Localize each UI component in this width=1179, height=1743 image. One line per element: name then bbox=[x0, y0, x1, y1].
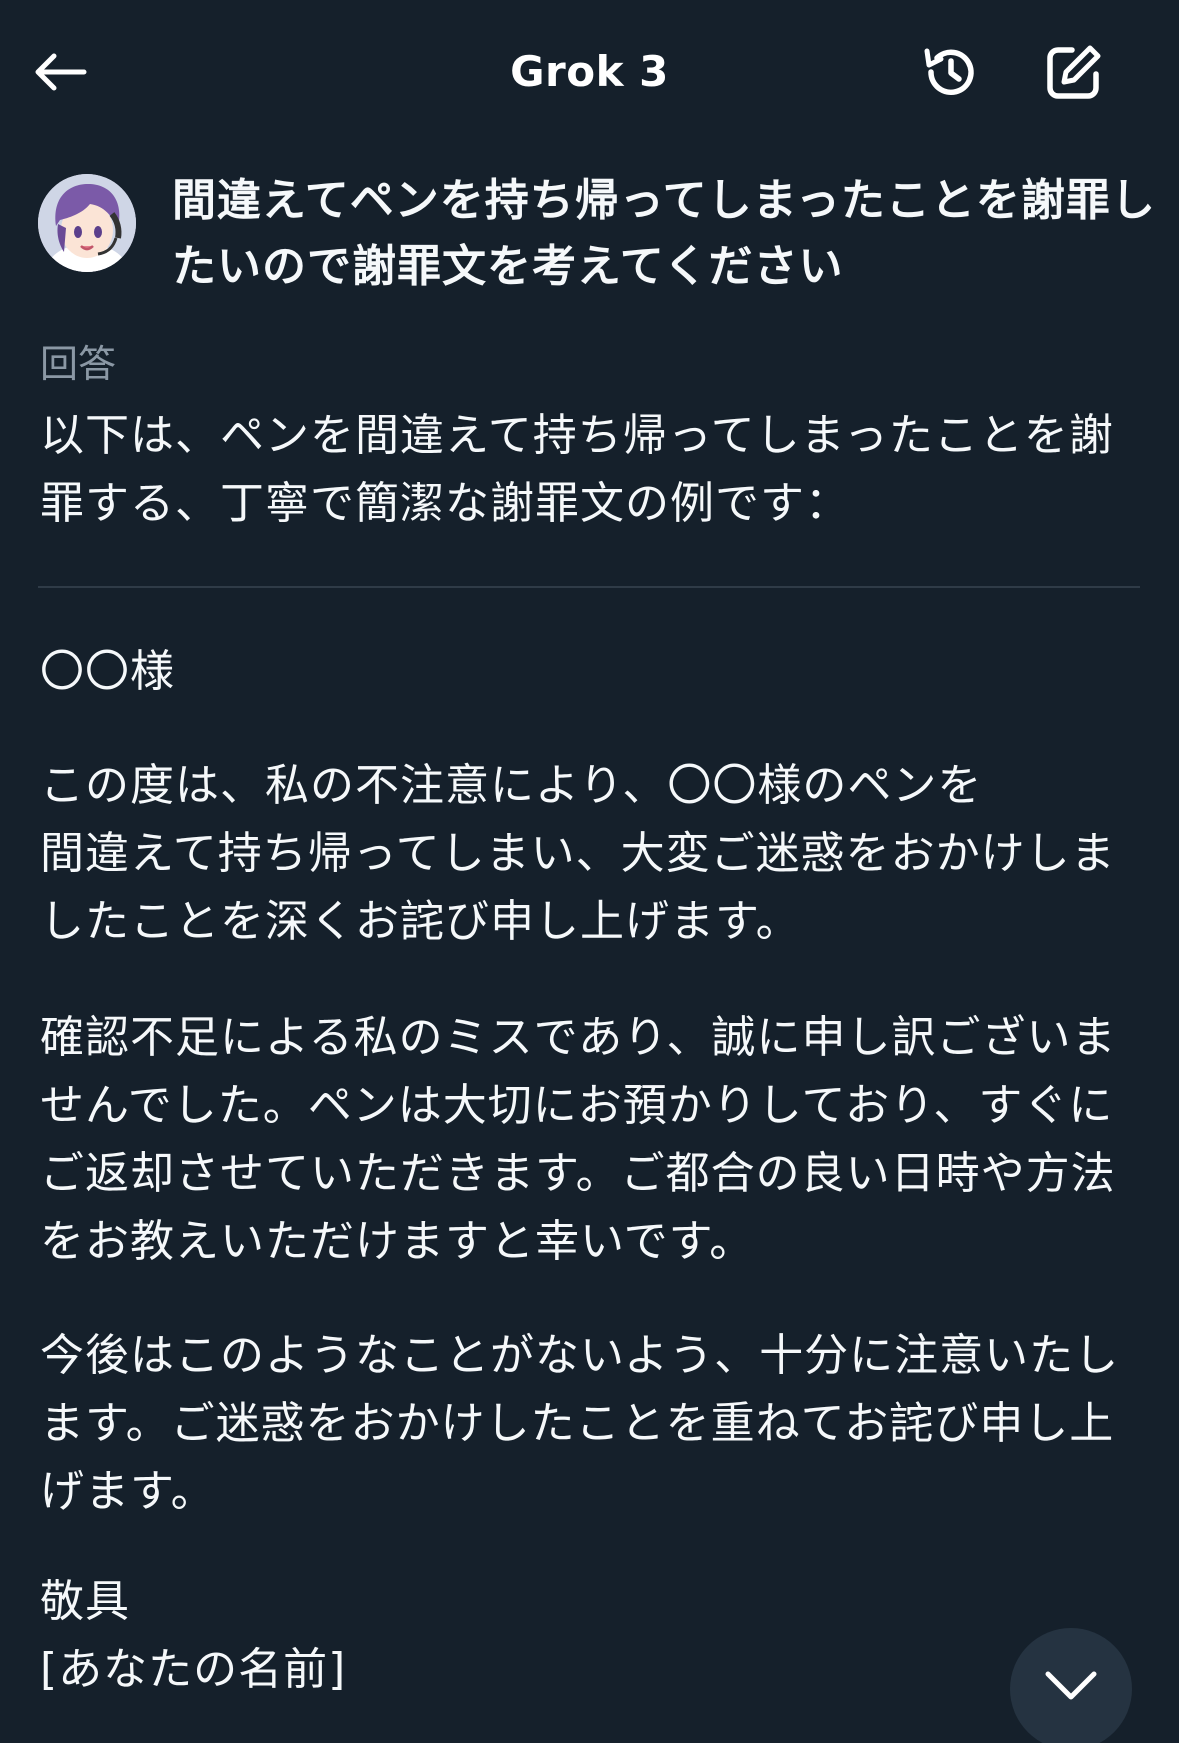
signature-placeholder: [あなたの名前] bbox=[40, 1644, 347, 1695]
page-title: Grok 3 bbox=[510, 47, 669, 96]
letter-salutation: 〇〇様 bbox=[40, 646, 175, 697]
chevron-down-icon bbox=[1045, 1671, 1097, 1700]
letter-paragraph-1-text: この度は、私の不注意により、〇〇様のペンを 間違えて持ち帰ってしまい、大変ご迷惑… bbox=[40, 760, 1116, 947]
letter-paragraph-1: この度は、私の不注意により、〇〇様のペンを 間違えて持ち帰ってしまい、大変ご迷惑… bbox=[40, 752, 1150, 956]
history-icon bbox=[924, 48, 974, 95]
divider bbox=[38, 586, 1140, 588]
avatar[interactable] bbox=[38, 174, 136, 272]
closing-word: 敬具 bbox=[40, 1576, 130, 1627]
compose-button[interactable] bbox=[1040, 38, 1108, 106]
top-bar: Grok 3 bbox=[0, 0, 1179, 140]
compose-icon bbox=[1047, 45, 1101, 99]
scroll-down-button[interactable] bbox=[1010, 1628, 1132, 1743]
letter-paragraph-2: 確認不足による私のミスであり、誠に申し訳ございませんでした。ペンは大切にお預かり… bbox=[40, 1012, 1117, 1267]
user-avatar-icon bbox=[38, 174, 136, 272]
user-prompt-text: 間違えてペンを持ち帰ってしまったことを謝罪したいので謝罪文を考えてください bbox=[172, 175, 1156, 292]
letter-closing: 敬具 [あなたの名前] bbox=[40, 1568, 1150, 1704]
answer-label: 回答 bbox=[40, 342, 117, 386]
history-button[interactable] bbox=[916, 38, 984, 106]
answer-intro: 以下は、ペンを間違えて持ち帰ってしまったことを謝罪する、丁寧で簡潔な謝罪文の例で… bbox=[40, 410, 1114, 529]
letter-paragraph-3: 今後はこのようなことがないよう、十分に注意いたします。ご迷惑をおかけしたことを重… bbox=[40, 1330, 1120, 1517]
